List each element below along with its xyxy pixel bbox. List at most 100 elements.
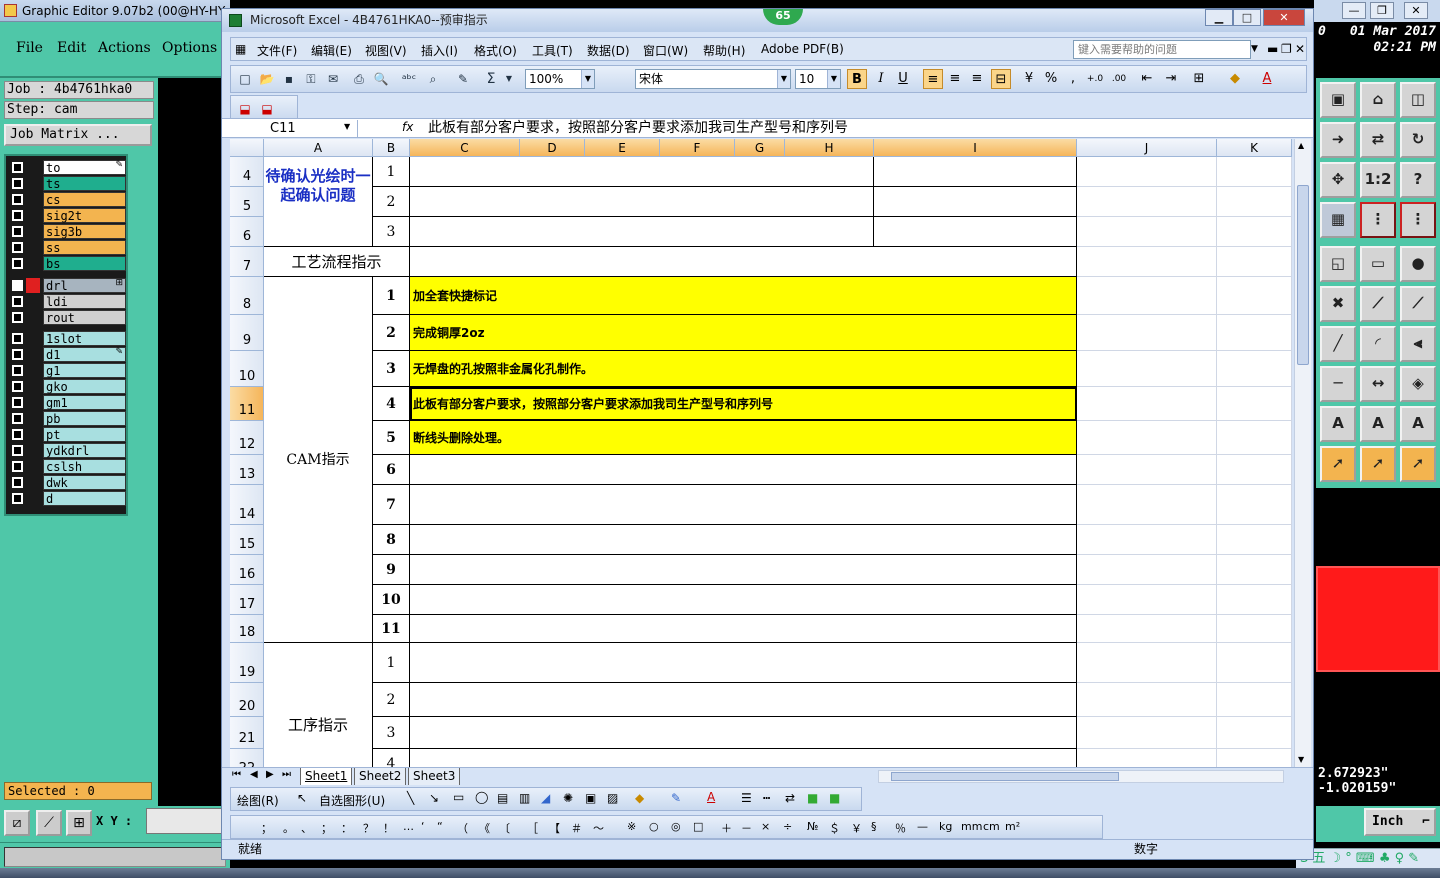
row-header[interactable]: 13 [230, 455, 264, 485]
column-header-c[interactable]: C [410, 139, 520, 157]
row-number-cell[interactable]: 5 [373, 421, 410, 455]
row-number-cell[interactable]: 2 [373, 683, 410, 717]
minimize-icon[interactable]: ▁ [1205, 9, 1233, 26]
text-edit-icon[interactable]: A [1400, 406, 1436, 442]
menu-data[interactable]: 数据(D) [587, 42, 630, 59]
instruction-cell[interactable]: 无焊盘的孔按照非金属化孔制作。 [410, 351, 1077, 387]
decrease-indent-icon[interactable]: ⇤ [1137, 69, 1157, 89]
cell-k[interactable] [1217, 585, 1292, 615]
layer-row[interactable]: d [9, 491, 126, 506]
row-header[interactable]: 18 [230, 615, 264, 643]
cell-j[interactable] [1077, 615, 1217, 643]
cell-j[interactable] [1077, 643, 1217, 683]
help-search-input[interactable]: 键入需要帮助的问题 [1073, 40, 1251, 59]
layer-row[interactable]: 1slot [9, 331, 126, 346]
cell-k[interactable] [1217, 485, 1292, 525]
layer-checkbox[interactable] [12, 397, 23, 408]
diagram-icon[interactable]: ✺ [563, 791, 573, 805]
layer-checkbox[interactable] [12, 349, 23, 360]
cell-j[interactable] [1077, 157, 1217, 187]
fill-color-icon[interactable]: ◆ [635, 791, 644, 805]
row-number-cell[interactable]: 8 [373, 525, 410, 555]
layer-checkbox[interactable] [12, 194, 23, 205]
format-painter-icon[interactable]: ✎ [455, 71, 471, 87]
cell-k[interactable] [1217, 455, 1292, 485]
layer-row[interactable]: d1 ✎ [9, 347, 126, 362]
shapes-icon[interactable]: ◈ [1400, 366, 1436, 402]
line-icon[interactable]: ╲ [407, 791, 414, 805]
row-number-cell[interactable]: 2 [373, 187, 410, 217]
grid-toggle-icon[interactable]: ▦ [1320, 202, 1356, 238]
font-color-icon[interactable]: A [707, 790, 715, 804]
connect-icon[interactable]: ⟋ [1360, 286, 1396, 322]
column-header-a[interactable]: A [264, 139, 373, 157]
scroll-down-icon[interactable]: ▼ [1298, 755, 1304, 764]
merge-center-icon[interactable]: ⊟ [991, 69, 1011, 89]
layer-checkbox[interactable] [12, 226, 23, 237]
scale-icon[interactable]: 1:2 [1360, 162, 1396, 198]
unit-button[interactable]: Inch ⌐ [1364, 808, 1436, 836]
row-header[interactable]: 4 [230, 157, 264, 187]
draw-menu[interactable]: 绘图(R) [237, 792, 279, 809]
menu-actions[interactable]: Actions [98, 40, 151, 56]
instruction-cell[interactable] [410, 525, 1077, 555]
symbol-button[interactable]: § [871, 820, 877, 833]
instruction-cell[interactable]: 此板有部分客户要求，按照部分客户要求添加我司生产型号和序列号 [410, 387, 1077, 421]
align-right-icon[interactable]: ≡ [967, 69, 987, 89]
row-header[interactable]: 20 [230, 683, 264, 717]
minimize-icon[interactable]: — [1342, 2, 1366, 19]
symbol-button[interactable]: ［ [527, 820, 538, 836]
cell-i[interactable] [874, 157, 1077, 187]
permission-icon[interactable]: ⚿ [303, 71, 319, 87]
cell-c-i[interactable] [410, 643, 1077, 683]
menu-window[interactable]: 窗口(W) [643, 42, 688, 59]
symbol-button[interactable]: ○ [649, 820, 659, 833]
cell-j[interactable] [1077, 555, 1217, 585]
layer-row[interactable]: gm1 [9, 395, 126, 410]
menu-help[interactable]: 帮助(H) [703, 42, 745, 59]
cell-k[interactable] [1217, 157, 1292, 187]
layer-row[interactable]: cs [9, 192, 126, 207]
symbol-button[interactable]: － [741, 820, 752, 836]
cell-k[interactable] [1217, 387, 1292, 421]
font-select[interactable]: 宋体 ▼ [635, 69, 791, 89]
cell-c-i[interactable] [410, 717, 1077, 749]
zoom-fit-icon[interactable]: ⧄ [4, 810, 30, 836]
font-size-select[interactable]: 10 ▼ [795, 69, 841, 89]
symbol-button[interactable]: 《 [479, 820, 490, 836]
vertical-scrollbar[interactable]: ▲ ▼ [1294, 139, 1311, 769]
borders-icon[interactable]: ⊞ [1189, 69, 1209, 89]
layer-edit-icon[interactable]: ⋮ [1400, 202, 1436, 238]
instruction-cell[interactable] [410, 485, 1077, 525]
symbol-button[interactable]: ＋ [721, 820, 732, 836]
spelling-icon[interactable]: ᵃᵇᶜ [401, 71, 417, 87]
row-header[interactable]: 12 [230, 421, 264, 455]
picture-icon[interactable]: ▨ [607, 791, 618, 805]
cell-j[interactable] [1077, 683, 1217, 717]
symbol-button[interactable]: ※ [627, 820, 636, 833]
tab-first-icon[interactable]: ⏮ [232, 769, 241, 780]
arrow-icon[interactable]: ↘ [429, 791, 439, 805]
cell-j[interactable] [1077, 485, 1217, 525]
tab-sheet3[interactable]: Sheet3 [408, 768, 461, 785]
layer-row[interactable]: dwk [9, 475, 126, 490]
row-number-cell[interactable]: 3 [373, 351, 410, 387]
layer-checkbox[interactable] [12, 296, 23, 307]
symbol-button[interactable]: 〔 [499, 820, 510, 836]
layer-row[interactable]: pb [9, 411, 126, 426]
autoshapes-menu[interactable]: 自选图形(U) [319, 792, 385, 809]
menu-options[interactable]: Options [162, 40, 217, 56]
select-all-corner[interactable] [230, 139, 264, 157]
window-icon[interactable]: ◫ [1400, 82, 1436, 118]
import-icon[interactable]: ➜ [1320, 122, 1356, 158]
print-preview-icon[interactable]: 🔍 [373, 71, 389, 87]
cell-k[interactable] [1217, 187, 1292, 217]
symbol-button[interactable]: ： [341, 820, 352, 836]
draw-shape-icon[interactable]: ◱ [1320, 246, 1356, 282]
cell-i[interactable] [874, 187, 1077, 217]
row-header[interactable]: 6 [230, 217, 264, 247]
select-net-icon[interactable]: ➚ [1400, 446, 1436, 482]
layer-row[interactable]: ydkdrl [9, 443, 126, 458]
spreadsheet-grid[interactable]: A B C D E F G H I J K 4 5 6 7 8 9 10 11 12 13 14 15 16 17 18 19 20 2… [230, 139, 1292, 769]
symbol-button[interactable]: — [917, 820, 928, 833]
